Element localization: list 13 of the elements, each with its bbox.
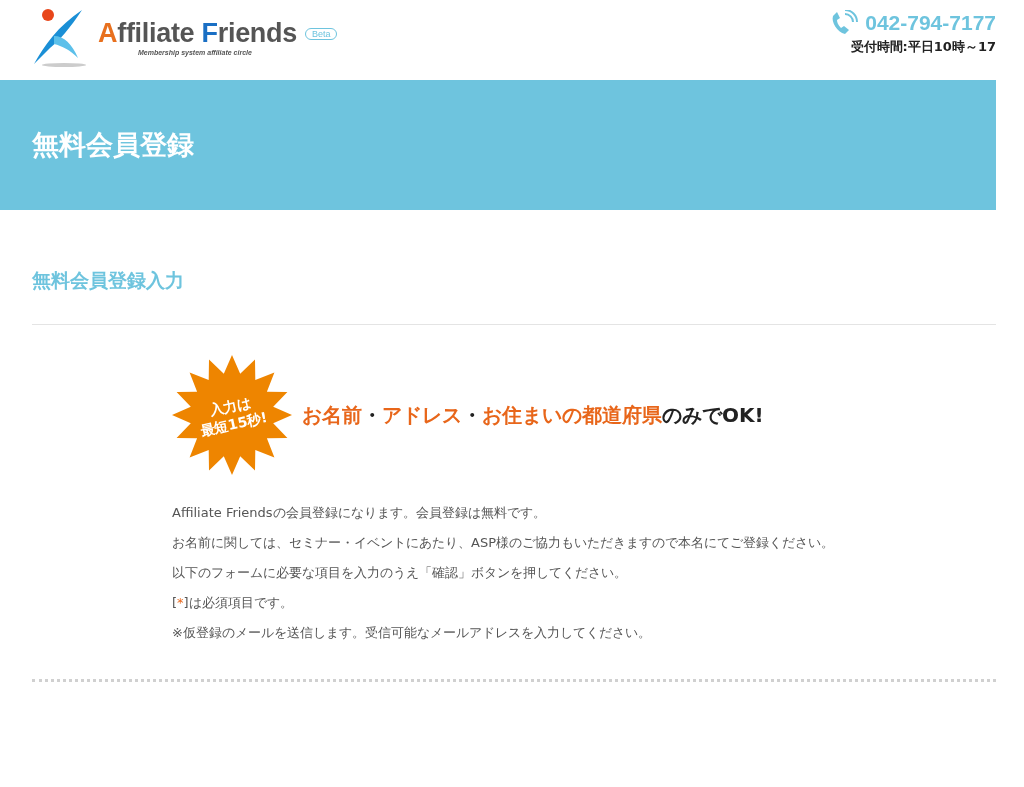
business-hours: 受付時間:平日10時～17	[850, 38, 996, 56]
starburst-icon	[172, 355, 292, 475]
phone-number: 042-794-7177	[865, 11, 996, 35]
logo-text: Affiliate Friends	[98, 18, 297, 49]
note-text: [*]は必須項目です。	[172, 594, 294, 612]
page-title: 無料会員登録	[32, 128, 194, 162]
promo-headline: お名前・アドレス・お住まいの都道府県のみでOK!	[302, 401, 764, 429]
note-text: Affiliate Friendsの会員登録になります。会員登録は無料です。	[172, 504, 547, 522]
starburst-text: 入力は 最短15秒!	[198, 393, 269, 440]
note-text: 以下のフォームに必要な項目を入力のうえ「確認」ボタンを押してください。	[172, 564, 628, 582]
note-text: お名前に関しては、セミナー・イベントにあたり、ASP様のご協力もいただきますので本名にてご登録ください。	[172, 534, 835, 552]
note-text: ※仮登録のメールを送信します。受信可能なメールアドレスを入力してください。	[172, 624, 652, 642]
section-title: 無料会員登録入力	[32, 268, 185, 293]
